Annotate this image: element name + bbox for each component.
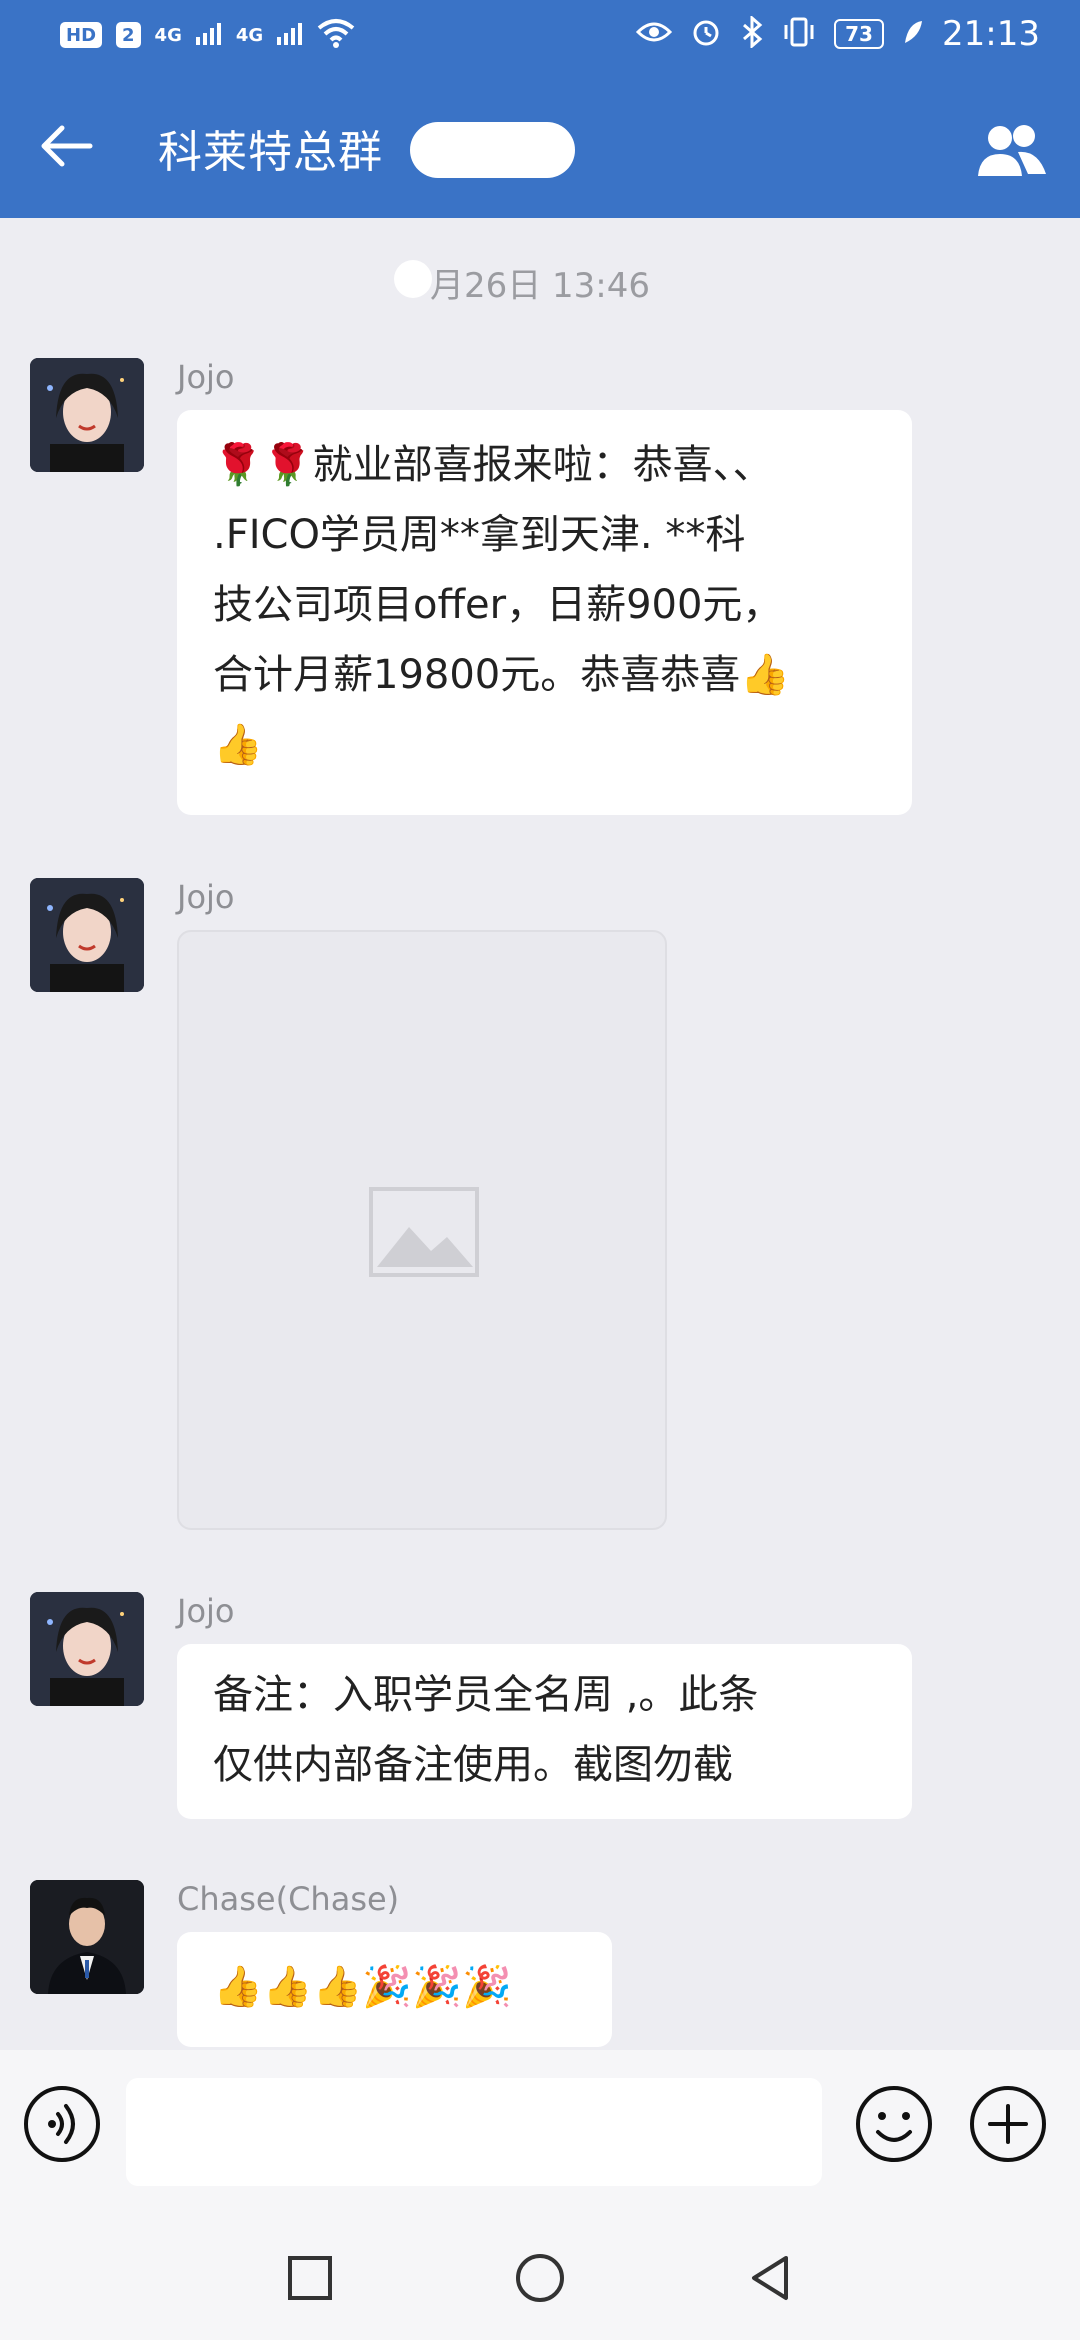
status-bar: HD 2 4G 4G 73 21:13 — [0, 0, 1080, 76]
system-nav-bar — [0, 2212, 1080, 2340]
status-left: HD 2 4G 4G — [60, 18, 355, 52]
message-line: 技公司项目offer，日薪900元， — [213, 582, 783, 628]
message-line: 🌹🌹就业部喜报来啦：恭喜、、 — [213, 442, 773, 488]
network-4g-1: 4G — [154, 24, 182, 46]
chat-timestamp: 月26日 13:46 — [429, 266, 651, 306]
title-redaction — [410, 122, 575, 178]
status-right: 73 21:13 — [635, 14, 1040, 54]
home-button[interactable] — [514, 2252, 566, 2304]
message-bubble[interactable]: 备注：入职学员全名周 ,。此条 仅供内部备注使用。截图勿截 — [177, 1644, 912, 1819]
group-members-icon[interactable] — [974, 120, 1050, 180]
back-button[interactable] — [744, 2252, 796, 2304]
message-bubble[interactable]: 👍👍👍🎉🎉🎉 — [177, 1932, 612, 2047]
message-line: 👍 — [213, 722, 263, 768]
message-sender: Jojo — [177, 878, 235, 916]
avatar[interactable] — [30, 358, 144, 472]
leaf-icon — [902, 18, 924, 50]
message-item: Jojo — [30, 878, 1060, 1558]
message-sender: Jojo — [177, 1592, 235, 1630]
emoji-icon[interactable] — [854, 2084, 934, 2164]
vibrate-icon — [782, 17, 816, 51]
wifi-icon — [317, 18, 355, 52]
eye-icon — [635, 20, 673, 48]
message-item: Chase(Chase) 👍👍👍🎉🎉🎉 — [30, 1880, 1060, 2050]
avatar[interactable] — [30, 878, 144, 992]
message-line: 备注：入职学员全名周 ,。此条 — [213, 1672, 759, 1718]
recent-apps-button[interactable] — [284, 2252, 336, 2304]
message-item: Jojo 备注：入职学员全名周 ,。此条 仅供内部备注使用。截图勿截 — [30, 1592, 1060, 1822]
message-bubble[interactable]: 🌹🌹就业部喜报来啦：恭喜、、 .FICO学员周**拿到天津. **科 技公司项目… — [177, 410, 912, 815]
network-4g-2: 4G — [235, 24, 264, 46]
message-sender: Jojo — [177, 358, 235, 396]
hd-indicator: HD — [60, 22, 103, 48]
message-sender: Chase(Chase) — [177, 1880, 400, 1918]
avatar[interactable] — [30, 1880, 144, 1994]
message-line: .FICO学员周**拿到天津. **科 — [213, 512, 746, 558]
battery-indicator: 73 — [834, 19, 885, 49]
input-bar — [0, 2050, 1080, 2212]
voice-input-icon[interactable] — [22, 2084, 102, 2164]
message-line: 仅供内部备注使用。截图勿截 — [213, 1742, 733, 1788]
bluetooth-icon — [740, 14, 764, 52]
message-item: Jojo 🌹🌹就业部喜报来啦：恭喜、、 .FICO学员周**拿到天津. **科 … — [30, 358, 1060, 818]
avatar[interactable] — [30, 1592, 144, 1706]
message-line: 👍👍👍🎉🎉🎉 — [213, 1964, 512, 2010]
plus-icon[interactable] — [968, 2084, 1048, 2164]
group-title: 科莱特总群 — [158, 127, 383, 178]
back-arrow-icon[interactable] — [36, 116, 96, 176]
message-input[interactable] — [126, 2078, 822, 2186]
status-time: 21:13 — [942, 14, 1040, 54]
sim-indicator: 2 — [116, 22, 141, 48]
message-line: 合计月薪19800元。恭喜恭喜👍 — [213, 652, 791, 698]
image-message[interactable] — [177, 930, 667, 1530]
signal-icon-2 — [277, 21, 303, 49]
signal-icon-1 — [195, 21, 222, 49]
image-placeholder-icon — [369, 1187, 479, 1277]
alarm-icon — [690, 16, 722, 52]
